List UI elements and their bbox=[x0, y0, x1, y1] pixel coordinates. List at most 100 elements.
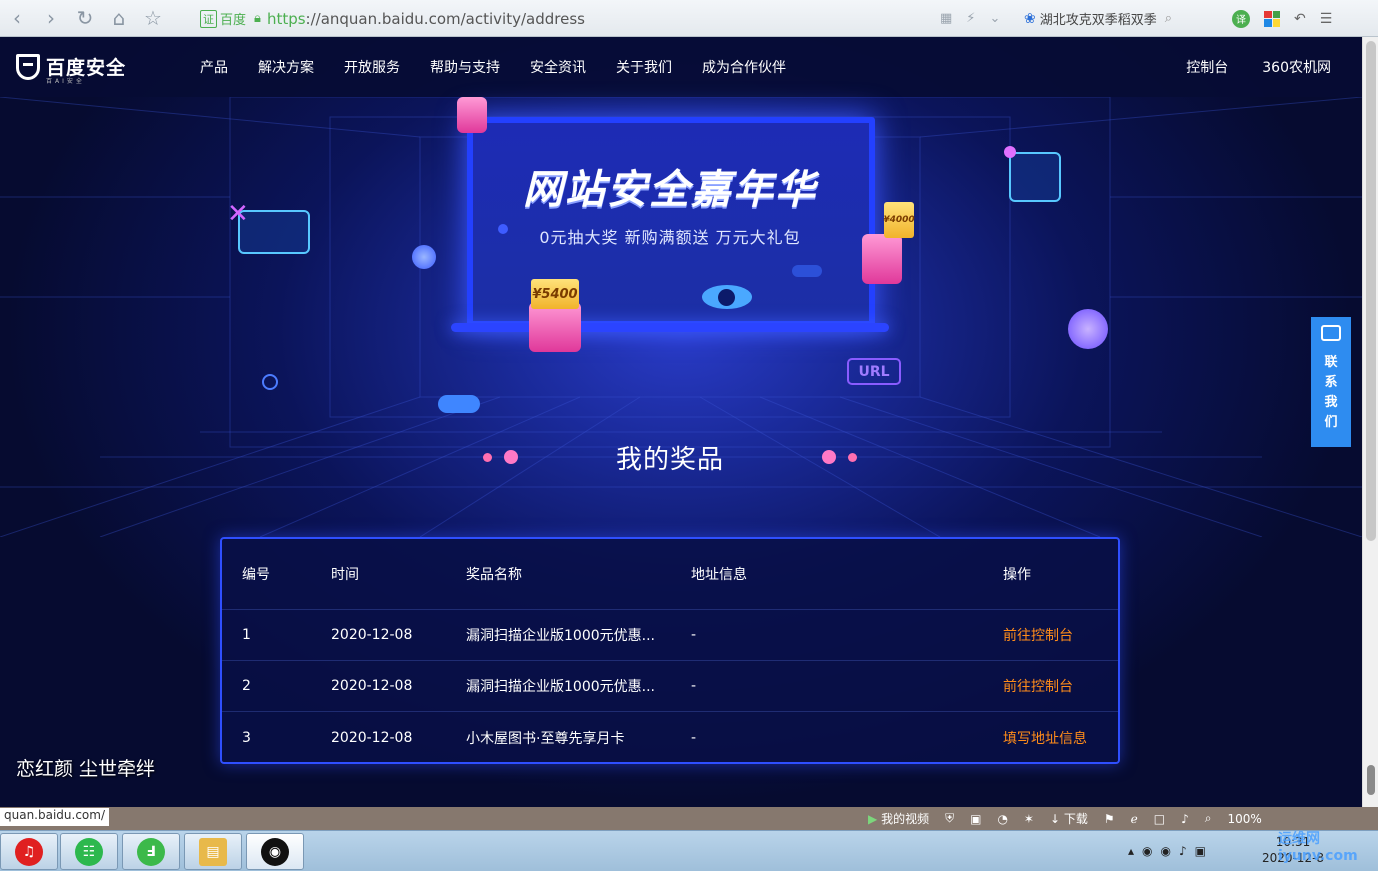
qq-penguin-icon: ◉ bbox=[261, 837, 289, 866]
nav-solutions[interactable]: 解决方案 bbox=[258, 57, 314, 77]
refresh-icon[interactable]: ↻ bbox=[68, 0, 102, 37]
folder-icon: ▤ bbox=[199, 837, 227, 866]
qq-tray-icon[interactable]: ◉ bbox=[1161, 844, 1171, 858]
nav-user[interactable]: 360农机网 bbox=[1262, 57, 1331, 77]
baidu-security-logo[interactable]: 百度安全 百AI安全 bbox=[16, 53, 126, 85]
cell-date: 2020-12-08 bbox=[331, 678, 413, 694]
apps-grid-icon[interactable] bbox=[1264, 10, 1280, 27]
header-prize-name: 奖品名称 bbox=[466, 567, 522, 583]
cert-name: 百度 bbox=[220, 13, 247, 28]
zoom-level[interactable]: 100% bbox=[1228, 812, 1262, 826]
cell-address: - bbox=[691, 678, 697, 694]
dot-decoration bbox=[822, 450, 836, 464]
pin-icon[interactable]: ✶ bbox=[1024, 812, 1034, 826]
nav-console[interactable]: 控制台 bbox=[1186, 57, 1228, 77]
url-tag-icon: URL bbox=[847, 358, 901, 385]
taskbar-netease-music[interactable]: ♫ bbox=[0, 833, 58, 870]
search-box[interactable]: ❀ 湖北攻克双季稻双季 ⌕ bbox=[1024, 5, 1214, 32]
dot-decoration bbox=[504, 450, 518, 464]
nav-become-partner[interactable]: 成为合作伙伴 bbox=[702, 57, 786, 77]
fill-address-link[interactable]: 填写地址信息 bbox=[1003, 728, 1087, 748]
go-console-link[interactable]: 前往控制台 bbox=[1003, 625, 1073, 645]
address-bar[interactable]: 证 百度 🔒︎ https ://anquan.baidu.com/activi… bbox=[200, 5, 1020, 32]
table-header: 编号 时间 奖品名称 地址信息 操作 bbox=[222, 539, 1118, 610]
shield-status-icon[interactable]: ⛨ bbox=[945, 811, 954, 826]
volume-icon[interactable]: ♪ bbox=[1181, 812, 1189, 826]
home-icon[interactable]: ⌂ bbox=[102, 0, 136, 37]
menu-icon[interactable]: ☰ bbox=[1320, 11, 1333, 27]
prize-heading: 我的奖品 bbox=[615, 445, 724, 475]
taskbar-browser[interactable]: Ⅎ bbox=[122, 833, 180, 870]
translate-icon[interactable]: 译 bbox=[1232, 9, 1250, 28]
contact-char: 们 bbox=[1324, 415, 1338, 430]
dot-decoration bbox=[848, 453, 857, 462]
nav-help-support[interactable]: 帮助与支持 bbox=[430, 57, 500, 77]
nav-security-news[interactable]: 安全资讯 bbox=[530, 57, 586, 77]
window-icon[interactable]: □ bbox=[1154, 812, 1165, 826]
speedometer-icon[interactable]: ◔ bbox=[997, 812, 1007, 826]
cert-icon: 证 bbox=[200, 9, 217, 28]
back-icon[interactable]: ‹ bbox=[0, 0, 34, 37]
netease-music-icon: ♫ bbox=[15, 837, 43, 866]
browser-toolbar: ‹ › ↻ ⌂ ☆ 证 百度 🔒︎ https ://anquan.baidu.… bbox=[0, 0, 1378, 37]
scrollbar-marker bbox=[1367, 765, 1375, 795]
search-icon[interactable]: ⌕ bbox=[1165, 11, 1172, 26]
baidu-paw-icon: ❀ bbox=[1024, 10, 1036, 27]
chevron-down-icon[interactable]: ⌄ bbox=[989, 11, 1000, 26]
taskbar-explorer[interactable]: ▤ bbox=[184, 833, 242, 870]
my-video-button[interactable]: ▶ 我的视频 bbox=[868, 810, 929, 827]
logo-tagline: 百AI安全 bbox=[46, 78, 85, 85]
table-row: 3 2020-12-08 小木屋图书·至尊先享月卡 - 填写地址信息 bbox=[222, 712, 1118, 763]
url-path: ://anquan.baidu.com/activity/address bbox=[305, 9, 585, 28]
scrollbar-thumb[interactable] bbox=[1366, 41, 1376, 541]
favorite-star-icon[interactable]: ☆ bbox=[136, 0, 170, 37]
network-icon[interactable]: ▣ bbox=[1195, 844, 1206, 858]
hero-screen bbox=[467, 117, 875, 327]
flag-icon[interactable]: ⚑ bbox=[1104, 812, 1115, 826]
qq-tray-icon[interactable]: ◉ bbox=[1142, 844, 1152, 858]
tray-expand-icon[interactable]: ▴ bbox=[1128, 844, 1134, 858]
header-address: 地址信息 bbox=[691, 567, 747, 583]
gift-box-icon bbox=[529, 302, 581, 352]
system-tray: ▴ ◉ ◉ ♪ ▣ bbox=[1128, 830, 1206, 871]
lightning-icon[interactable]: ⚡︎ bbox=[966, 11, 975, 26]
search-text: 湖北攻克双季稻双季 bbox=[1039, 13, 1157, 28]
qrcode-icon[interactable]: ▦ bbox=[940, 11, 952, 26]
cell-prize: 漏洞扫描企业版1000元优惠... bbox=[466, 628, 655, 644]
cell-prize: 小木屋图书·至尊先享月卡 bbox=[466, 730, 625, 747]
download-button[interactable]: ↓ 下载 bbox=[1050, 810, 1088, 827]
contact-char: 系 bbox=[1324, 375, 1338, 390]
browser-right-tools: 译 ↶ ☰ bbox=[1232, 0, 1332, 37]
ring-decoration bbox=[262, 374, 278, 390]
contact-us-button[interactable]: 联 系 我 们 bbox=[1311, 317, 1351, 447]
nav-about-us[interactable]: 关于我们 bbox=[616, 57, 672, 77]
forward-icon[interactable]: › bbox=[34, 0, 68, 37]
speaker-icon[interactable]: ♪ bbox=[1179, 844, 1187, 858]
browser-app-icon: Ⅎ bbox=[137, 837, 165, 866]
cell-id: 1 bbox=[242, 627, 251, 643]
go-console-link[interactable]: 前往控制台 bbox=[1003, 676, 1073, 696]
taskbar-wechat[interactable]: ☷ bbox=[60, 833, 118, 870]
site-watermark: 运维网 iyunv.com bbox=[1278, 831, 1358, 864]
close-x-decoration-icon: ✕ bbox=[227, 199, 249, 229]
status-tools: ▶ 我的视频 ⛨ ▣ ◔ ✶ ↓ 下载 ⚑ ℯ □ ♪ ⌕ 100% bbox=[868, 807, 1262, 830]
gift-box-icon bbox=[457, 97, 487, 133]
status-url: quan.baidu.com/ bbox=[0, 808, 110, 826]
image-icon[interactable]: ▣ bbox=[970, 812, 981, 826]
desktop-lyric: 恋红颜 尘世牵绊 bbox=[16, 758, 156, 780]
page-scrollbar[interactable] bbox=[1362, 37, 1378, 807]
download-label: 下载 bbox=[1063, 812, 1088, 826]
cloud-icon bbox=[792, 265, 822, 277]
undo-icon[interactable]: ↶ bbox=[1294, 11, 1306, 27]
contact-char: 我 bbox=[1324, 395, 1338, 410]
zoom-icon[interactable]: ⌕ bbox=[1205, 811, 1212, 826]
video-icon: ▶ bbox=[868, 812, 878, 826]
nav-open-services[interactable]: 开放服务 bbox=[344, 57, 400, 77]
my-video-label: 我的视频 bbox=[881, 812, 930, 826]
lock-icon: 🔒︎ bbox=[254, 11, 261, 26]
cloud-icon bbox=[438, 395, 480, 413]
wechat-icon: ☷ bbox=[75, 837, 103, 866]
taskbar-qq[interactable]: ◉ bbox=[246, 833, 304, 870]
nav-products[interactable]: 产品 bbox=[200, 57, 228, 77]
ie-icon[interactable]: ℯ bbox=[1131, 812, 1138, 826]
